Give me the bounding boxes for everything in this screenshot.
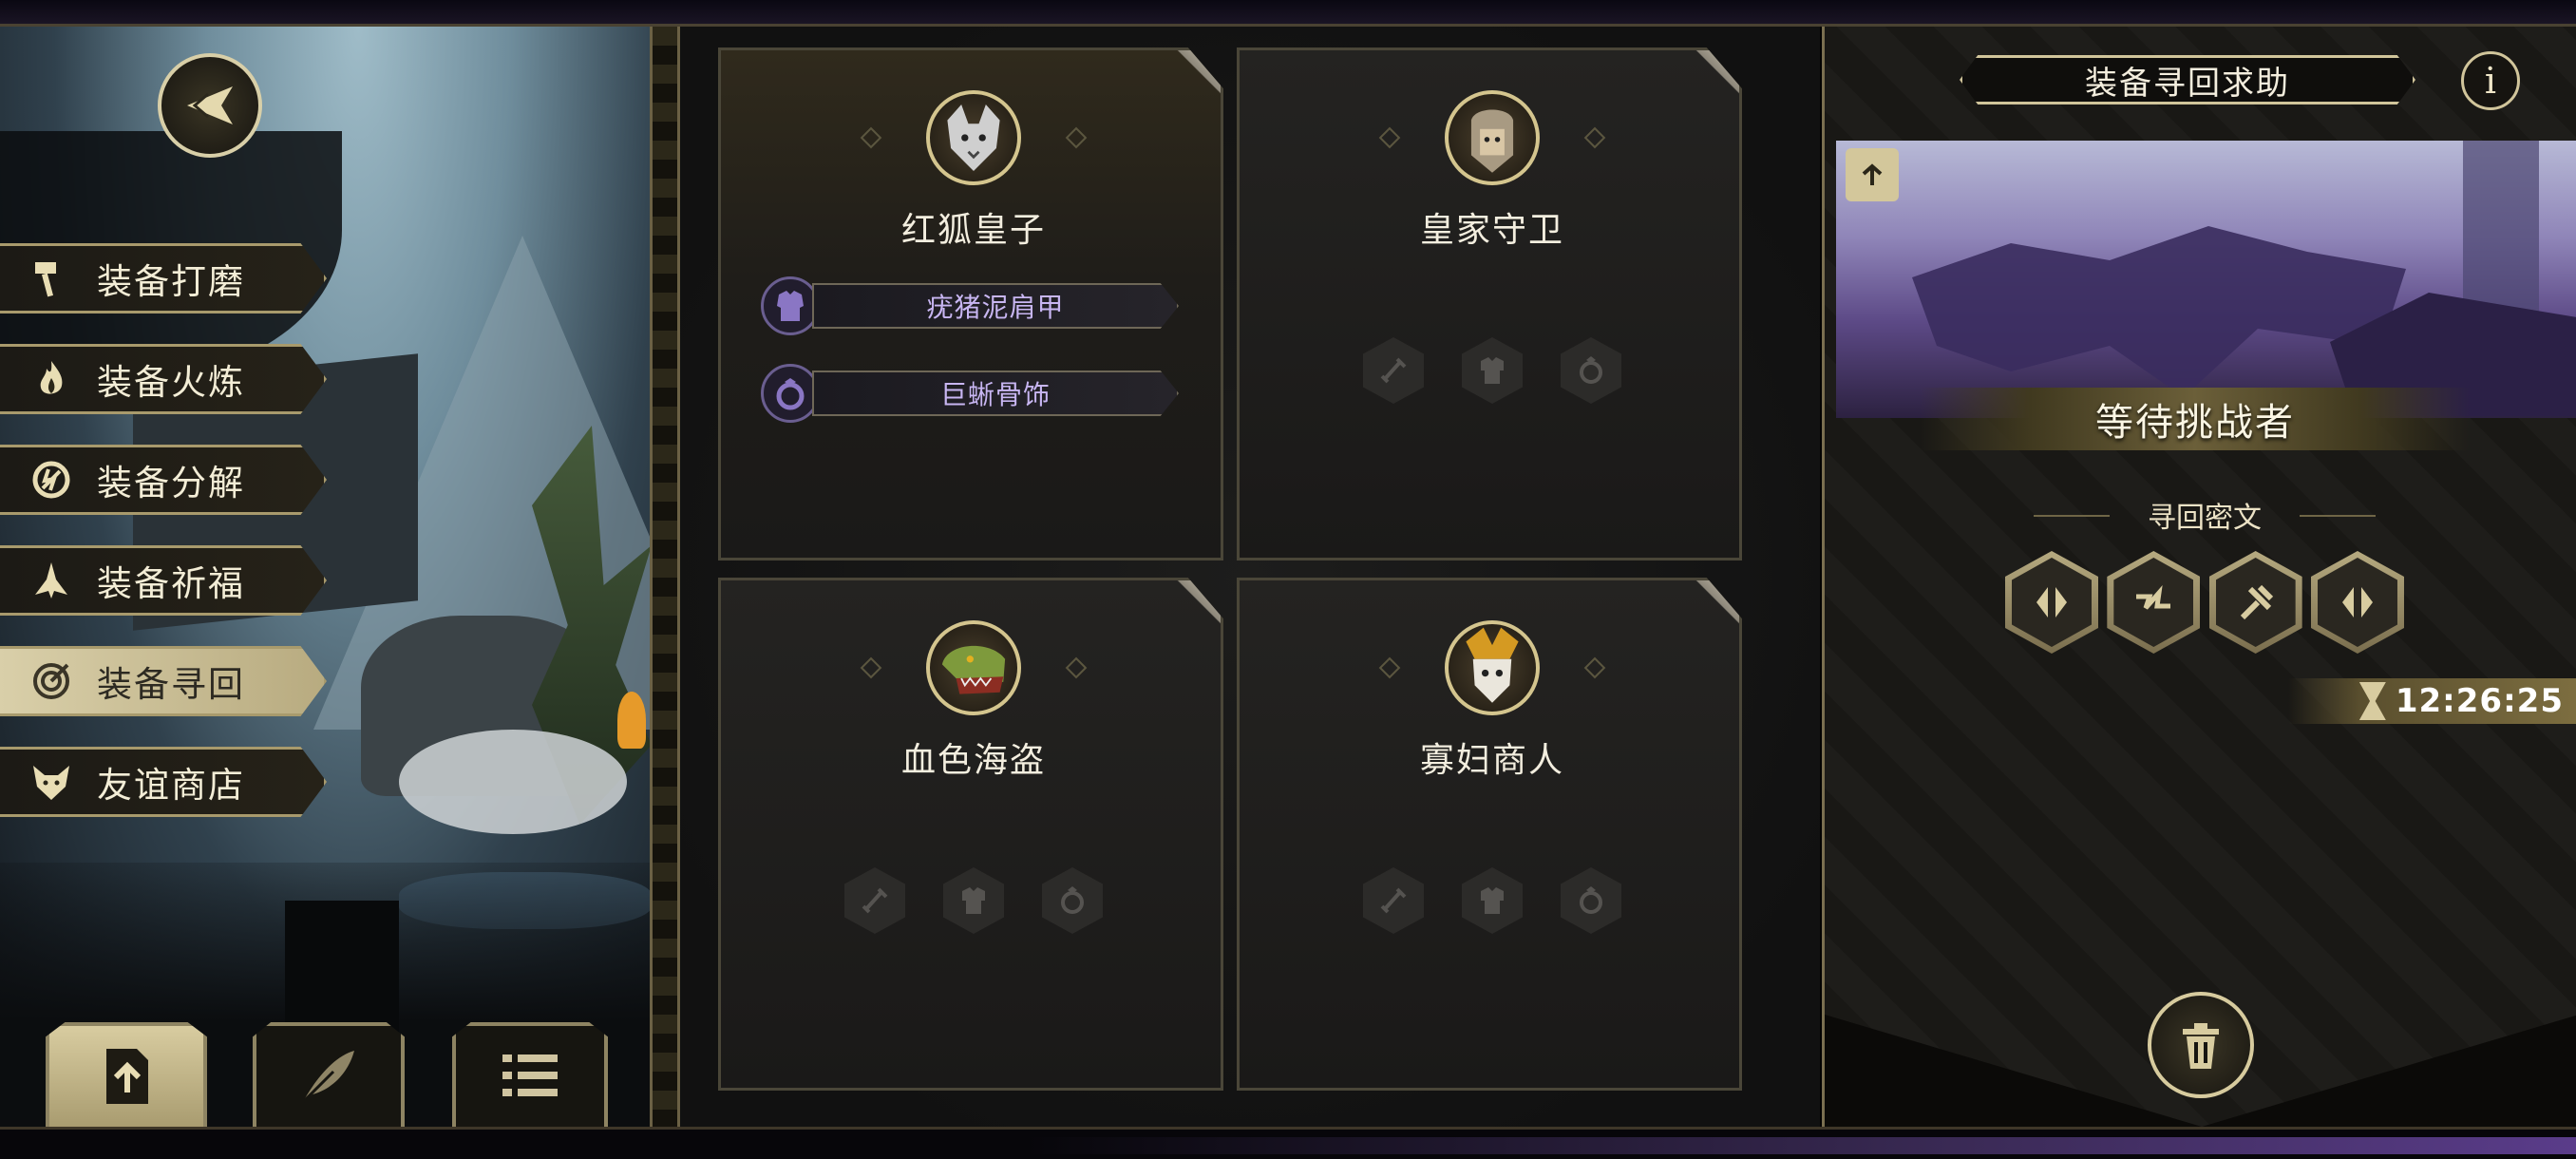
sword-icon <box>1380 887 1407 914</box>
character-name: 皇家守卫 <box>1419 211 1564 250</box>
upload-badge[interactable] <box>1846 148 1899 201</box>
retrieve-help-panel: 装备寻回求助 i 等待挑战者 寻回密文 12:26:25 <box>1822 27 2576 1127</box>
menu-label: 友谊商店 <box>97 765 245 806</box>
menu-label: 装备火炼 <box>97 362 245 403</box>
character-portrait <box>1445 620 1540 715</box>
ornament <box>1583 126 1606 149</box>
armor-icon <box>1481 357 1504 384</box>
boss-image <box>1836 141 2576 418</box>
rune-split-icon <box>2341 587 2373 618</box>
weapon-slot[interactable] <box>1363 337 1424 404</box>
menu-item-retrieve[interactable]: 装备寻回 <box>0 646 327 716</box>
panel-divider <box>650 27 680 1127</box>
back-button[interactable] <box>158 53 262 158</box>
top-bar <box>0 0 2576 27</box>
list-icon <box>502 1054 558 1096</box>
ornament <box>1378 126 1401 149</box>
retrieve-icon <box>23 653 80 710</box>
equipment-slots <box>721 867 1223 934</box>
character-card-blood-pirate[interactable]: 血色海盗 <box>718 578 1223 1091</box>
weapon-slot[interactable] <box>1363 867 1424 934</box>
weapon-slot[interactable] <box>844 867 905 934</box>
ornament <box>1378 656 1401 679</box>
character-card-royal-guard[interactable]: 皇家守卫 <box>1237 48 1742 560</box>
menu-item-fire-refine[interactable]: 装备火炼 <box>0 344 327 414</box>
character-name: 血色海盗 <box>900 741 1046 780</box>
armor-slot[interactable] <box>1462 337 1523 404</box>
character-portrait <box>926 90 1021 185</box>
rune-tile <box>2005 551 2098 654</box>
equipment-row[interactable]: 巨蜥骨饰 <box>761 364 1179 423</box>
countdown-timer: 12:26:25 <box>2288 678 2576 724</box>
rune-hook-icon <box>2240 584 2273 620</box>
hammer-icon <box>23 250 80 307</box>
accessory-slot[interactable] <box>1042 867 1103 934</box>
pray-icon <box>23 552 80 609</box>
character-name: 寡妇商人 <box>1419 741 1564 780</box>
ring-icon <box>1580 886 1602 914</box>
rune-zigzag-icon <box>2136 585 2171 610</box>
back-arrow-icon <box>187 86 233 124</box>
upload-icon <box>106 1049 148 1104</box>
feather-icon <box>301 1051 354 1104</box>
ornament <box>860 126 882 149</box>
sword-icon <box>862 887 888 914</box>
panel-title: 装备寻回求助 <box>1960 55 2415 104</box>
info-button[interactable]: i <box>2461 51 2520 110</box>
menu-item-decompose[interactable]: 装备分解 <box>0 445 327 515</box>
character-portrait <box>1445 90 1540 185</box>
menu-label: 装备祈福 <box>97 563 245 604</box>
ornament <box>1583 656 1606 679</box>
armor-slot[interactable] <box>1462 867 1523 934</box>
bottom-bar <box>0 1127 2576 1159</box>
armor-icon <box>962 887 985 914</box>
accessory-slot[interactable] <box>1561 867 1621 934</box>
armor-icon <box>761 276 820 335</box>
equipment-slots <box>1240 337 1742 404</box>
equipment-name: 巨蜥骨饰 <box>812 370 1179 416</box>
ring-icon <box>1061 886 1084 914</box>
character-portrait <box>926 620 1021 715</box>
rune-section-title: 寻回密文 <box>2034 496 2376 535</box>
rune-split-icon <box>2036 587 2067 618</box>
upload-icon <box>1862 163 1883 185</box>
decompose-icon <box>23 451 80 508</box>
character-card-red-fox-prince[interactable]: 红狐皇子 疣猪泥肩甲 巨蜥骨饰 <box>718 48 1223 560</box>
equipment-slots <box>1240 867 1742 934</box>
tab-list[interactable] <box>452 1022 608 1127</box>
ornament <box>1065 126 1088 149</box>
ring-icon <box>1580 356 1602 384</box>
character-card-widow-merchant[interactable]: 寡妇商人 <box>1237 578 1742 1091</box>
status-label: 等待挑战者 <box>1920 388 2471 450</box>
timer-value: 12:26:25 <box>2395 682 2564 720</box>
ornament <box>860 656 882 679</box>
menu-label: 装备分解 <box>97 463 245 504</box>
equipment-name: 疣猪泥肩甲 <box>812 283 1179 329</box>
menu-label: 装备寻回 <box>97 664 245 705</box>
rune-tile <box>2107 551 2201 654</box>
armor-slot[interactable] <box>943 867 1004 934</box>
ornament <box>1065 656 1088 679</box>
character-name: 红狐皇子 <box>900 211 1046 250</box>
rune-tile <box>2208 551 2302 654</box>
tab-upload[interactable] <box>46 1022 207 1127</box>
ring-icon <box>761 364 820 423</box>
tab-feather[interactable] <box>253 1022 405 1127</box>
menu-item-friend-shop[interactable]: 友谊商店 <box>0 747 327 817</box>
menu-item-polish[interactable]: 装备打磨 <box>0 243 327 314</box>
flame-icon <box>23 351 80 408</box>
rune-tile <box>2310 551 2404 654</box>
hourglass-icon <box>2358 682 2386 720</box>
equipment-row[interactable]: 疣猪泥肩甲 <box>761 276 1179 335</box>
armor-icon <box>1481 887 1504 914</box>
trash-icon <box>2183 1023 2219 1069</box>
accessory-slot[interactable] <box>1561 337 1621 404</box>
rune-code <box>2005 551 2404 656</box>
menu-item-blessing[interactable]: 装备祈福 <box>0 545 327 616</box>
fox-icon <box>23 753 80 810</box>
menu-label: 装备打磨 <box>97 261 245 302</box>
delete-button[interactable] <box>2148 992 2254 1098</box>
sword-icon <box>1380 357 1407 384</box>
